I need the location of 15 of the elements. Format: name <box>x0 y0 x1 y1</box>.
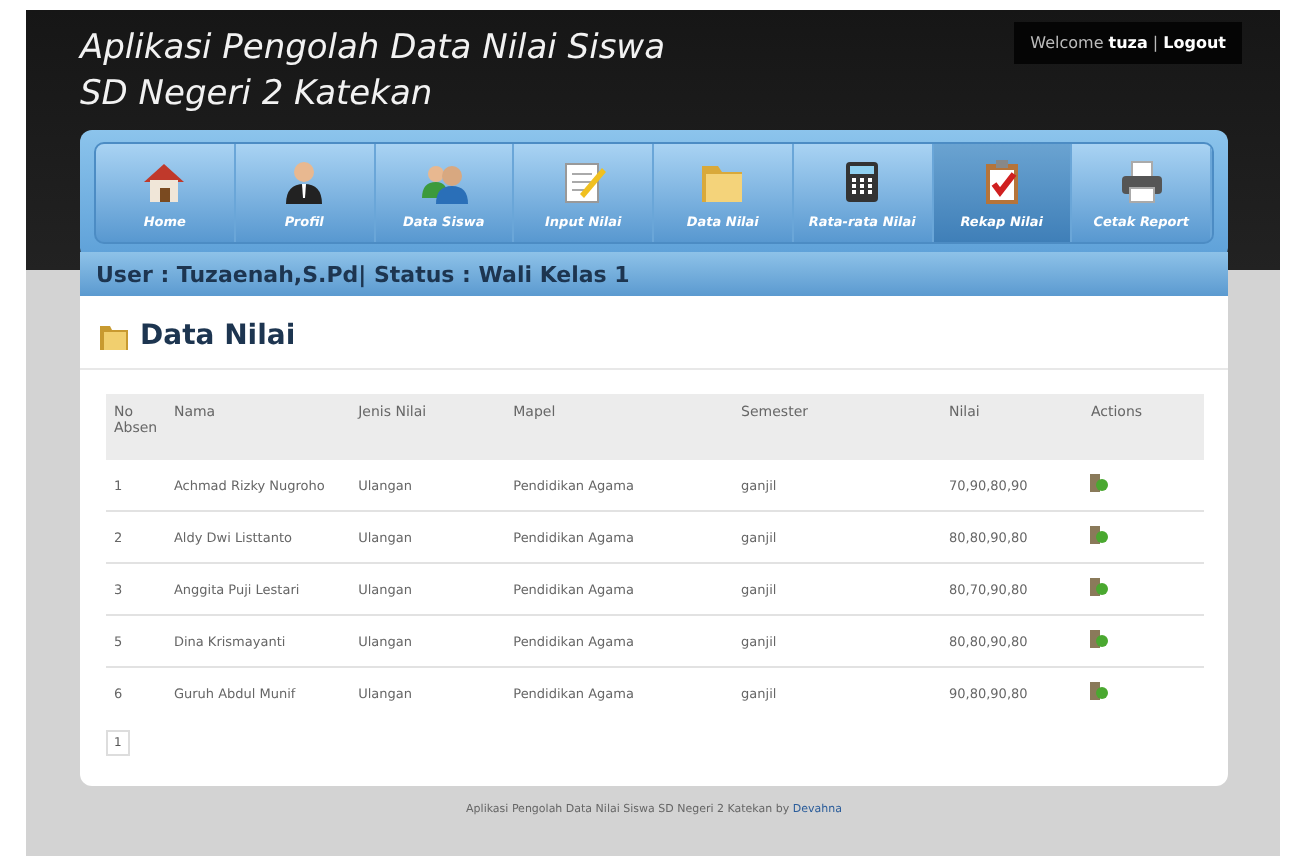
logout-link[interactable]: Logout <box>1163 34 1226 52</box>
edit-document-icon[interactable] <box>1090 630 1109 648</box>
edit-document-icon[interactable] <box>1090 578 1109 596</box>
user-status-bar: User : Tuzaenah,S.Pd| Status : Wali Kelas 1 <box>80 252 1228 296</box>
document-pencil-icon <box>559 158 608 206</box>
folder-icon <box>100 323 128 349</box>
app-title: Aplikasi Pengolah Data Nilai Siswa <box>80 26 666 72</box>
app-title: SD Negeri 2 Katekan <box>80 72 435 118</box>
edit-document-icon[interactable] <box>1090 526 1109 544</box>
welcome-text: Welcome tuza | <box>1030 34 1159 52</box>
house-icon <box>140 158 189 206</box>
printer-icon <box>1117 158 1166 206</box>
edit-document-icon[interactable] <box>1090 682 1109 700</box>
panel-title: Data Nilai <box>140 320 296 352</box>
edit-document-icon[interactable] <box>1090 474 1109 492</box>
